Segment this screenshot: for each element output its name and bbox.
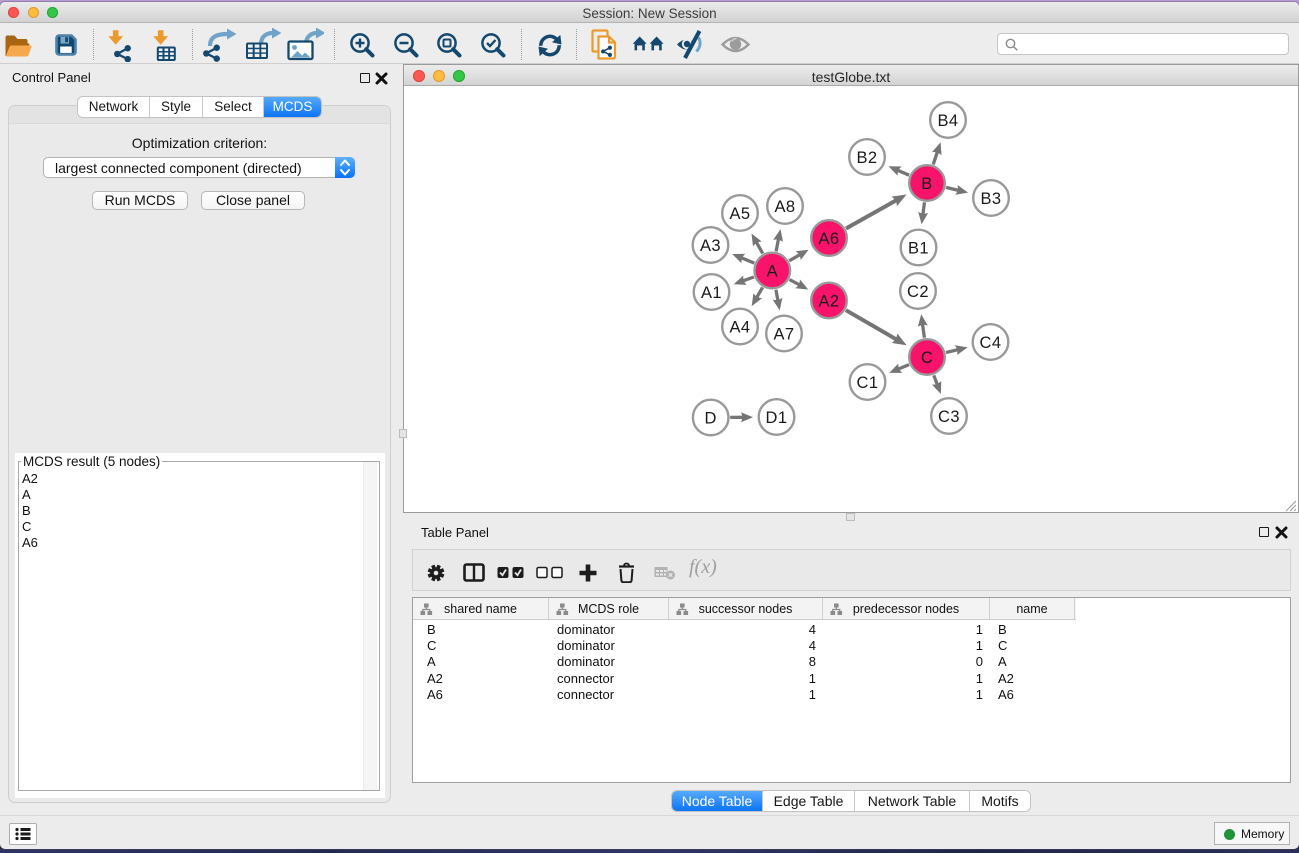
svg-text:B2: B2	[857, 149, 878, 167]
svg-text:A8: A8	[775, 198, 796, 216]
svg-text:C: C	[921, 349, 933, 367]
svg-text:C3: C3	[938, 408, 960, 426]
svg-text:A3: A3	[700, 237, 721, 255]
svg-text:A2: A2	[819, 292, 840, 310]
svg-text:B1: B1	[908, 239, 929, 257]
svg-text:A: A	[767, 262, 778, 280]
svg-text:B4: B4	[938, 112, 959, 130]
svg-text:A5: A5	[730, 205, 751, 223]
svg-text:A4: A4	[730, 318, 751, 336]
svg-text:C1: C1	[857, 374, 879, 392]
svg-text:A7: A7	[774, 325, 795, 343]
svg-text:A6: A6	[819, 230, 840, 248]
svg-text:D: D	[705, 409, 717, 427]
svg-text:B3: B3	[981, 190, 1002, 208]
svg-text:C2: C2	[907, 283, 929, 301]
svg-text:C4: C4	[980, 334, 1002, 352]
svg-text:D1: D1	[766, 409, 788, 427]
svg-text:A1: A1	[701, 284, 722, 302]
svg-text:B: B	[921, 175, 932, 193]
